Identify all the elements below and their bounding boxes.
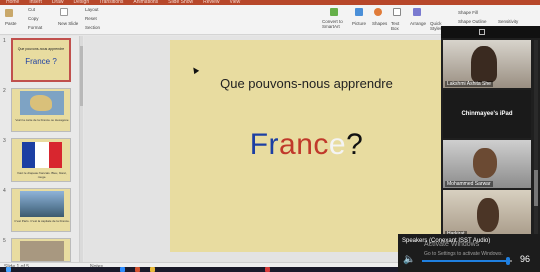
reset-button[interactable]: Reset	[85, 16, 97, 21]
participant-name: Chinmayee's iPad	[461, 111, 513, 117]
letter: c	[313, 128, 329, 161]
volume-slider[interactable]	[422, 257, 512, 265]
zoom-panel-header	[441, 26, 540, 38]
format-painter-button[interactable]: Format	[28, 25, 42, 30]
participant-name: Mohammed Sarwar	[445, 181, 493, 187]
sensitivity-button[interactable]: Sensitivity	[498, 19, 518, 24]
activate-windows-hint: Go to Settings to activate Windows.	[424, 251, 503, 257]
video-tile[interactable]: Chinmayee's iPad	[443, 90, 531, 138]
participant-video	[471, 46, 497, 82]
slide-thumbnail-5[interactable]	[11, 238, 71, 262]
arrange-button[interactable]: Arrange	[410, 21, 426, 26]
monument-image	[20, 241, 64, 261]
powerpoint-app-icon[interactable]	[135, 267, 140, 272]
slide-word[interactable]: France?	[170, 128, 443, 162]
question-mark: ?	[346, 128, 364, 161]
slide-title[interactable]: Que pouvons-nous apprendre	[170, 76, 443, 91]
layout-button[interactable]: Layout	[85, 7, 99, 12]
letter: r	[268, 128, 280, 161]
thumb-number: 5	[3, 238, 6, 244]
flag-image	[22, 142, 62, 168]
text-box-icon[interactable]	[393, 8, 401, 16]
mouse-cursor-icon	[190, 65, 200, 75]
slide-thumbnail-4[interactable]: C'est Paris. C'est la capitale de la Fra…	[11, 188, 71, 232]
slide-thumbnail-1[interactable]: Que pouvons-nous apprendre France ?	[11, 38, 71, 82]
notification-icon[interactable]	[265, 267, 270, 272]
thumb-number: 2	[3, 88, 6, 94]
start-icon[interactable]	[6, 267, 11, 272]
current-slide[interactable]: Que pouvons-nous apprendre France?	[170, 40, 443, 252]
cut-button[interactable]: Cut	[28, 7, 35, 12]
arrange-icon[interactable]	[413, 8, 421, 16]
paris-image	[20, 191, 64, 217]
thumb-caption: C'est Paris. C'est la capitale de la Fra…	[14, 219, 70, 223]
new-slide-icon[interactable]	[60, 8, 68, 16]
slide-thumbnail-3[interactable]: Voici le drapeau francais. Bleu, blanc, …	[11, 138, 71, 182]
shape-fill-button[interactable]: Shape Fill	[458, 10, 478, 15]
section-button[interactable]: Section	[85, 25, 100, 30]
video-tile[interactable]: Lakshmi Ashita She	[443, 40, 531, 88]
video-tile[interactable]: Mohammed Sarwar	[443, 140, 531, 188]
picture-icon[interactable]	[355, 8, 363, 16]
thumb-word: France ?	[25, 57, 57, 66]
letter: F	[249, 128, 269, 161]
thumb-number: 1	[3, 38, 6, 44]
paste-button[interactable]: Paste	[5, 21, 17, 26]
zoom-app-icon[interactable]	[120, 267, 125, 272]
grid-view-icon[interactable]	[479, 29, 485, 35]
thumb-number: 3	[3, 138, 6, 144]
paste-icon[interactable]	[5, 9, 13, 17]
text-box-button[interactable]: Text Box	[391, 21, 405, 31]
participant-video	[473, 148, 497, 178]
letter: a	[279, 128, 297, 161]
shape-outline-button[interactable]: Shape Outline	[458, 19, 487, 24]
letter: e	[328, 128, 347, 161]
browser-app-icon[interactable]	[150, 267, 155, 272]
video-tile[interactable]: Harkirat	[443, 190, 531, 238]
thumb-title: Que pouvons-nous apprendre	[17, 47, 65, 51]
new-slide-button[interactable]: New Slide	[58, 21, 78, 26]
participant-video	[477, 198, 499, 232]
volume-level: 96	[520, 254, 531, 264]
volume-knob[interactable]	[506, 257, 511, 265]
taskbar	[0, 267, 398, 272]
thumbnail-scrollbar[interactable]	[80, 36, 83, 262]
picture-button[interactable]: Picture	[352, 21, 366, 26]
map-image	[20, 91, 64, 115]
thumb-caption: Voici la carte de la France ou Hexagone	[15, 118, 69, 122]
slide-thumbnail-pane: 1 Que pouvons-nous apprendre France ? 2 …	[0, 36, 80, 262]
thumb-caption: Voici le drapeau francais. Bleu, blanc, …	[16, 171, 68, 179]
convert-smartart-button[interactable]: Convert to SmartArt	[322, 19, 352, 29]
letter: n	[296, 128, 314, 161]
thumb-number: 4	[3, 188, 6, 194]
volume-fill	[422, 260, 509, 262]
activate-windows-title: Activate Windows	[424, 241, 480, 248]
shapes-icon[interactable]	[374, 8, 382, 16]
shapes-button[interactable]: Shapes	[372, 21, 387, 26]
speaker-icon[interactable]: 🔈	[403, 254, 415, 265]
slide-thumbnail-2[interactable]: Voici la carte de la France ou Hexagone	[11, 88, 71, 132]
copy-button[interactable]: Copy	[28, 16, 39, 21]
smartart-icon[interactable]	[330, 8, 338, 16]
participant-name: Lakshmi Ashita She	[445, 81, 493, 87]
